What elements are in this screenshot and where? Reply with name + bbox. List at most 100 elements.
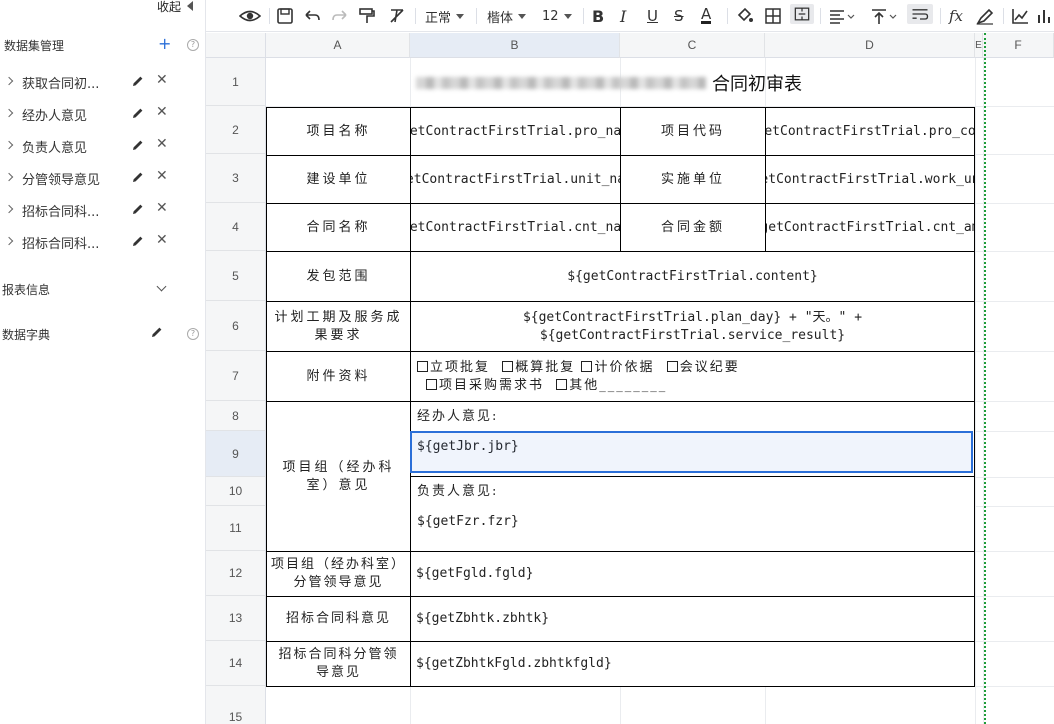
checkbox-pricing[interactable]: 计价依据: [581, 360, 654, 375]
checkbox-minutes[interactable]: 会议纪要: [666, 360, 740, 375]
label-project-team-opinion[interactable]: 项目组（经办科室）意见: [266, 401, 411, 552]
row-header-2[interactable]: 2: [206, 106, 266, 154]
value-bidding-opinion[interactable]: ${getZbhtk.zbhtk}: [410, 596, 975, 642]
row-header-3[interactable]: 3: [206, 154, 266, 203]
expand-caret-icon[interactable]: [4, 140, 14, 150]
expand-caret-icon[interactable]: [4, 204, 14, 214]
border-icon[interactable]: [764, 6, 782, 26]
delete-icon[interactable]: ✕: [156, 168, 168, 184]
label-contract-amount[interactable]: 合同金额: [620, 203, 766, 252]
font-size-select[interactable]: 12: [542, 6, 572, 26]
bar-chart-icon[interactable]: [1036, 6, 1054, 26]
dataset-item[interactable]: 负责人意见 ✕: [0, 130, 206, 162]
row-header-6[interactable]: 6: [206, 301, 266, 351]
label-bidding-opinion[interactable]: 招标合同科意见: [266, 596, 411, 642]
collapse-button[interactable]: 收起: [157, 0, 193, 15]
value-work-unit[interactable]: ${getContractFirstTrial.work_unit}: [765, 155, 975, 204]
value-project-code[interactable]: ${getContractFirstTrial.pro_code}: [765, 107, 975, 156]
style-select[interactable]: 正常: [425, 6, 465, 26]
edit-pencil-icon[interactable]: [132, 203, 144, 215]
dataset-item[interactable]: 分管领导意见 ✕: [0, 162, 206, 194]
italic-icon[interactable]: I: [620, 6, 626, 26]
spreadsheet-grid[interactable]: A B C D E F 1 2 3 4 5 6 7 8 9 10 11 12 1…: [206, 33, 1054, 724]
principal-opinion-value[interactable]: ${getFzr.fzr}: [411, 506, 711, 550]
label-schedule[interactable]: 计划工期及服务成果要求: [266, 301, 411, 352]
value-project-name[interactable]: ${getContractFirstTrial.pro_name}: [410, 107, 621, 156]
row-header-13[interactable]: 13: [206, 596, 266, 641]
edit-pencil-icon[interactable]: [132, 139, 144, 151]
delete-icon[interactable]: ✕: [156, 136, 168, 152]
align-left-icon[interactable]: [828, 6, 856, 26]
delete-icon[interactable]: ✕: [156, 104, 168, 120]
value-bidding-leader-opinion[interactable]: ${getZbhtkFgld.zbhtkfgld}: [410, 641, 975, 687]
column-header-c[interactable]: C: [620, 33, 765, 58]
font-select[interactable]: 楷体: [487, 6, 527, 26]
dataset-item[interactable]: 招标合同科... ✕: [0, 194, 206, 226]
edit-pencil-icon[interactable]: [132, 75, 144, 87]
chevron-down-icon[interactable]: [156, 281, 167, 292]
dataset-item[interactable]: 招标合同科... ✕: [0, 226, 206, 258]
label-contract-name[interactable]: 合同名称: [266, 203, 411, 252]
principal-opinion-label[interactable]: 负责人意见:: [411, 479, 711, 505]
bold-icon[interactable]: B: [592, 6, 604, 26]
handler-opinion-label[interactable]: 经办人意见:: [411, 404, 711, 430]
label-attachments[interactable]: 附件资料: [266, 351, 411, 402]
delete-icon[interactable]: ✕: [156, 72, 168, 88]
row-header-12[interactable]: 12: [206, 551, 266, 596]
row-header-5[interactable]: 5: [206, 251, 266, 301]
value-build-unit[interactable]: ${getContractFirstTrial.unit_name}: [410, 155, 621, 204]
label-scope[interactable]: 发包范围: [266, 251, 411, 302]
row-header-4[interactable]: 4: [206, 203, 266, 251]
edit-pencil-icon[interactable]: [132, 171, 144, 183]
help-icon[interactable]: ?: [187, 328, 199, 340]
checkbox-requirements[interactable]: 项目采购需求书: [426, 378, 544, 393]
add-dataset-icon[interactable]: +: [158, 36, 171, 52]
preview-eye-icon[interactable]: [239, 6, 261, 26]
function-icon[interactable]: fx: [949, 6, 963, 26]
edit-pencil-icon[interactable]: [132, 107, 144, 119]
label-team-leader-opinion[interactable]: 项目组（经办科室）分管领导意见: [266, 551, 411, 597]
row-header-8[interactable]: 8: [206, 401, 266, 431]
label-bidding-leader-opinion[interactable]: 招标合同科分管领导意见: [266, 641, 411, 687]
column-header-d[interactable]: D: [765, 33, 975, 58]
row-header-14[interactable]: 14: [206, 641, 266, 686]
value-contract-amount[interactable]: ${getContractFirstTrial.cnt_amt}: [765, 203, 975, 252]
delete-icon[interactable]: ✕: [156, 200, 168, 216]
value-attachments[interactable]: 立项批复 概算批复 计价依据 会议纪要 项目采购需求书 其他________: [410, 351, 975, 402]
row-header-9[interactable]: 9: [206, 431, 266, 477]
active-cell-selection[interactable]: [410, 431, 973, 473]
dataset-item[interactable]: 获取合同初... ✕: [0, 66, 206, 98]
checkbox-approval[interactable]: 立项批复: [417, 360, 490, 375]
wrap-text-icon[interactable]: [907, 4, 933, 24]
column-header-a[interactable]: A: [266, 33, 410, 58]
vertical-align-icon[interactable]: [870, 6, 898, 26]
value-scope[interactable]: ${getContractFirstTrial.content}: [410, 251, 975, 302]
strikethrough-icon[interactable]: S: [674, 6, 684, 26]
label-build-unit[interactable]: 建设单位: [266, 155, 411, 204]
report-info-section[interactable]: 报表信息: [0, 277, 206, 301]
line-chart-icon[interactable]: [1010, 6, 1030, 26]
help-icon[interactable]: ?: [187, 39, 199, 51]
underline-icon[interactable]: U: [647, 6, 658, 26]
expand-caret-icon[interactable]: [4, 236, 14, 246]
row-header-7[interactable]: 7: [206, 351, 266, 401]
delete-icon[interactable]: ✕: [156, 232, 168, 248]
brush-icon[interactable]: [975, 6, 995, 26]
expand-caret-icon[interactable]: [4, 76, 14, 86]
row-header-15[interactable]: 15: [206, 686, 266, 724]
expand-caret-icon[interactable]: [4, 108, 14, 118]
row-header-1[interactable]: 1: [206, 58, 266, 106]
undo-icon[interactable]: [302, 6, 322, 26]
expand-caret-icon[interactable]: [4, 172, 14, 182]
font-color-icon[interactable]: A: [701, 5, 712, 24]
value-contract-name[interactable]: ${getContractFirstTrial.cnt_name}: [410, 203, 621, 252]
label-work-unit[interactable]: 实施单位: [620, 155, 766, 204]
save-icon[interactable]: [276, 6, 294, 26]
edit-pencil-icon[interactable]: [132, 235, 144, 247]
fill-color-icon[interactable]: [735, 6, 755, 26]
label-project-name[interactable]: 项目名称: [266, 107, 411, 156]
dataset-item[interactable]: 经办人意见 ✕: [0, 98, 206, 130]
row-header-10[interactable]: 10: [206, 477, 266, 506]
redo-icon[interactable]: [330, 6, 350, 26]
edit-pencil-icon[interactable]: [151, 326, 163, 338]
